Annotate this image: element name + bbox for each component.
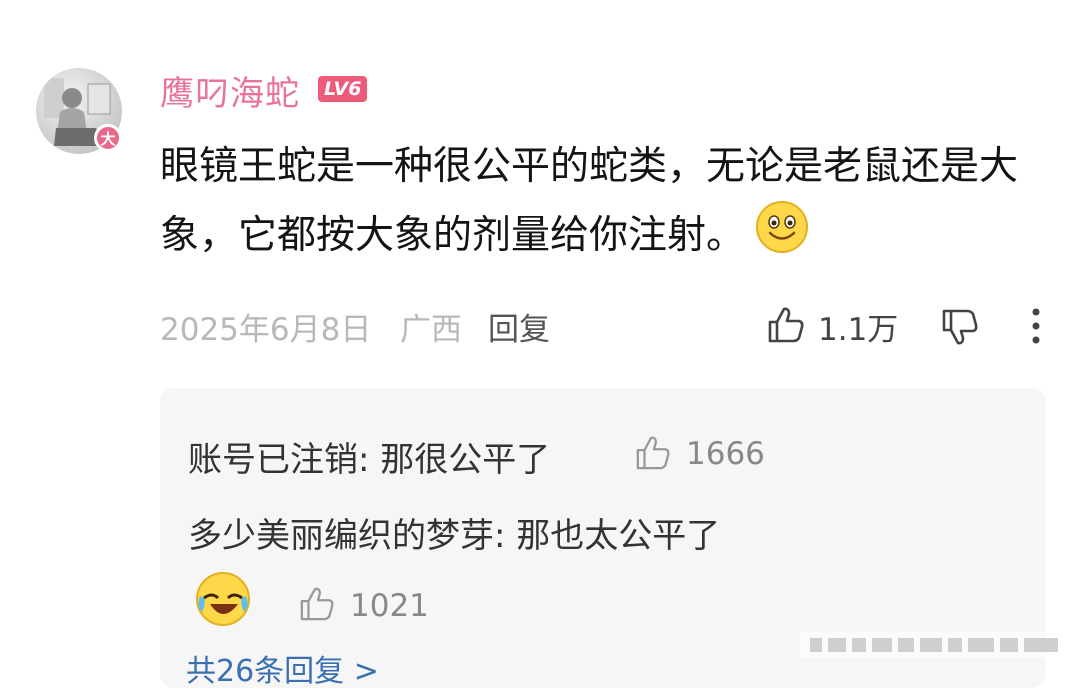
reply-text: 那很公平了	[380, 440, 551, 480]
comment-text: 眼镜王蛇是一种很公平的蛇类，无论是老鼠还是大象，它都按大象的剂量给你注射。	[160, 134, 1060, 275]
reply-like-count: 1021	[350, 588, 429, 624]
reply-item[interactable]: 账号已注销: 那很公平了	[188, 432, 550, 481]
reply-like-count: 1666	[686, 436, 765, 472]
reply-item[interactable]: 多少美丽编织的梦芽: 那也太公平了	[188, 508, 720, 557]
smile-emoji-icon	[755, 200, 809, 275]
username[interactable]: 鹰叼海蛇	[160, 66, 300, 115]
comment-date: 2025年6月8日	[160, 312, 372, 348]
reply-text: 那也太公平了	[516, 516, 721, 556]
thumbs-up-icon[interactable]	[298, 586, 336, 626]
level-badge: LV6	[318, 76, 368, 102]
thumbs-up-icon[interactable]	[634, 435, 672, 475]
reply-button[interactable]: 回复	[488, 304, 550, 349]
laugh-cry-emoji-icon	[194, 570, 252, 632]
thumbs-up-icon[interactable]	[766, 306, 806, 352]
watermark	[800, 626, 1070, 664]
like-count: 1.1万	[818, 312, 899, 348]
reply-author[interactable]: 多少美丽编织的梦芽	[188, 516, 494, 556]
comment-meta-row: 2025年6月8日 广西 回复 1.1万	[160, 304, 1060, 348]
comment-location: 广西	[400, 312, 462, 348]
thumbs-down-icon[interactable]	[940, 308, 980, 354]
avatar-badge: 大	[94, 124, 122, 152]
reply-author[interactable]: 账号已注销	[188, 440, 358, 480]
comment-body: 眼镜王蛇是一种很公平的蛇类，无论是老鼠还是大象，它都按大象的剂量给你注射。	[160, 144, 1019, 258]
more-replies-link[interactable]: 共26条回复 >	[186, 646, 379, 690]
more-vertical-icon[interactable]	[1028, 306, 1044, 354]
